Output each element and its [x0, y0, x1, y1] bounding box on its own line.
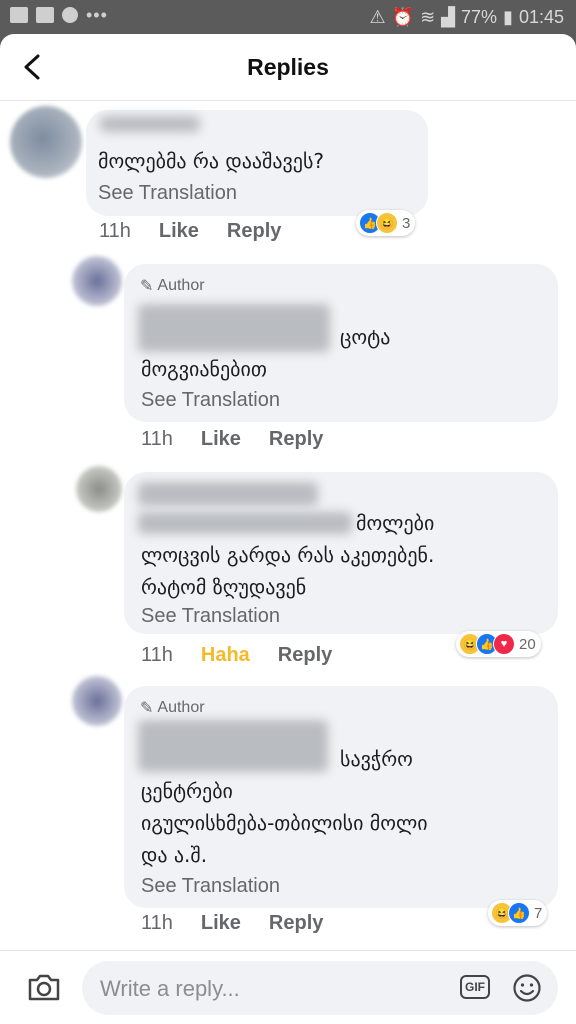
comment-text: ცენტრები — [141, 779, 233, 803]
comment-text: მოლები — [356, 511, 435, 535]
alarm-icon: ⏰ — [391, 7, 415, 27]
comment-actions: 11h Haha Reply — [141, 644, 332, 667]
battery-icon: ▮ — [503, 7, 513, 27]
see-translation-link[interactable]: See Translation — [141, 875, 280, 898]
header: Replies — [0, 34, 576, 101]
avatar[interactable] — [72, 676, 122, 726]
clock: 01:45 — [518, 7, 564, 27]
blurred-text — [138, 720, 328, 772]
author-label: Author — [157, 277, 205, 294]
reply-button[interactable]: Reply — [269, 428, 323, 451]
avatar[interactable] — [76, 466, 122, 512]
gallery-notification-icon — [10, 7, 28, 23]
emoji-icon[interactable] — [512, 973, 542, 1003]
more-notifications-icon: ••• — [86, 5, 108, 25]
comment-actions: 11h Like Reply — [141, 428, 323, 451]
reaction-summary[interactable]: 👍 😆 3 — [356, 210, 416, 236]
see-translation-link[interactable]: See Translation — [98, 182, 237, 205]
facebook-notification-icon — [36, 7, 54, 23]
reaction-count: 3 — [402, 214, 411, 232]
comment-text: რატომ ზღუდავენ — [141, 575, 307, 599]
wifi-icon: ≋ — [420, 7, 436, 27]
see-translation-link[interactable]: See Translation — [141, 605, 280, 628]
reply-composer: GIF — [0, 950, 576, 1024]
comment-text: მოლებმა რა დააშავეს? — [98, 149, 325, 173]
author-label: Author — [157, 699, 205, 716]
see-translation-link[interactable]: See Translation — [141, 389, 280, 412]
love-icon: ♥ — [493, 633, 515, 655]
comment-actions: 11h Like Reply — [99, 220, 281, 243]
status-bar: ••• ⚠ ⏰ ≋ ▟ 77% ▮ 01:45 — [0, 0, 576, 34]
comment-actions: 11h Like Reply — [141, 912, 323, 935]
reaction-count: 20 — [519, 635, 536, 653]
replies-sheet: Replies მოლებმა რა დააშავეს? See Transla… — [0, 34, 576, 1024]
blurred-author-name[interactable] — [100, 116, 200, 132]
comment-bubble: ✎ Author სავჭრო ცენტრები იგულისხმება-თბი… — [124, 686, 558, 908]
comment-time: 11h — [141, 428, 173, 450]
status-notifications: ••• — [10, 5, 108, 25]
reply-input-container: GIF — [82, 961, 558, 1017]
reply-input[interactable] — [98, 961, 432, 1017]
reply-button[interactable]: Reply — [269, 912, 323, 935]
comment-text: მოგვიანებით — [141, 357, 267, 381]
haha-reaction-button[interactable]: Haha — [201, 644, 250, 667]
pencil-icon: ✎ — [140, 700, 154, 717]
comment-text: და ა.შ. — [141, 843, 208, 867]
signal-icon: ▟ — [441, 7, 456, 27]
avatar[interactable] — [10, 106, 82, 178]
like-button[interactable]: Like — [201, 912, 241, 935]
reply-button[interactable]: Reply — [227, 220, 281, 243]
camera-icon[interactable] — [26, 971, 62, 1003]
reaction-summary[interactable]: 😆 👍 ♥ 20 — [456, 631, 541, 657]
comment-time: 11h — [141, 644, 173, 666]
comment-bubble: ✎ Author ცოტა მოგვიანებით See Translatio… — [124, 264, 558, 422]
like-icon: 👍 — [508, 902, 530, 924]
comment-time: 11h — [141, 912, 173, 934]
haha-icon: 😆 — [376, 212, 398, 234]
comment-text: იგულისხმება-თბილისი მოლი — [141, 811, 428, 835]
comment-bubble: მოლებმა რა დააშავეს? See Translation — [86, 110, 428, 216]
comment-text: ცოტა — [340, 325, 391, 349]
author-badge: ✎ Author — [140, 276, 205, 296]
blurred-author-name[interactable] — [138, 482, 318, 506]
like-button[interactable]: Like — [201, 428, 241, 451]
status-system: ⚠ ⏰ ≋ ▟ 77% ▮ 01:45 — [370, 7, 564, 28]
avatar[interactable] — [72, 256, 122, 306]
comment-text: ლოცვის გარდა რას აკეთებენ. — [141, 543, 435, 567]
pencil-icon: ✎ — [140, 278, 154, 295]
reply-button[interactable]: Reply — [278, 644, 332, 667]
messenger-notification-icon — [62, 7, 78, 23]
comment-text: სავჭრო — [340, 747, 413, 771]
blurred-text — [138, 512, 352, 534]
reaction-summary[interactable]: 😆 👍 7 — [488, 900, 548, 926]
gif-button[interactable]: GIF — [460, 975, 490, 999]
author-badge: ✎ Author — [140, 698, 205, 718]
comment-time: 11h — [99, 220, 131, 242]
warning-icon: ⚠ — [369, 7, 386, 27]
page-title: Replies — [247, 54, 329, 80]
battery-percent: 77% — [461, 7, 498, 27]
blurred-text — [138, 304, 330, 352]
reaction-count: 7 — [534, 904, 543, 922]
comment-bubble: მოლები ლოცვის გარდა რას აკეთებენ. რატომ … — [124, 472, 558, 634]
like-button[interactable]: Like — [159, 220, 199, 243]
